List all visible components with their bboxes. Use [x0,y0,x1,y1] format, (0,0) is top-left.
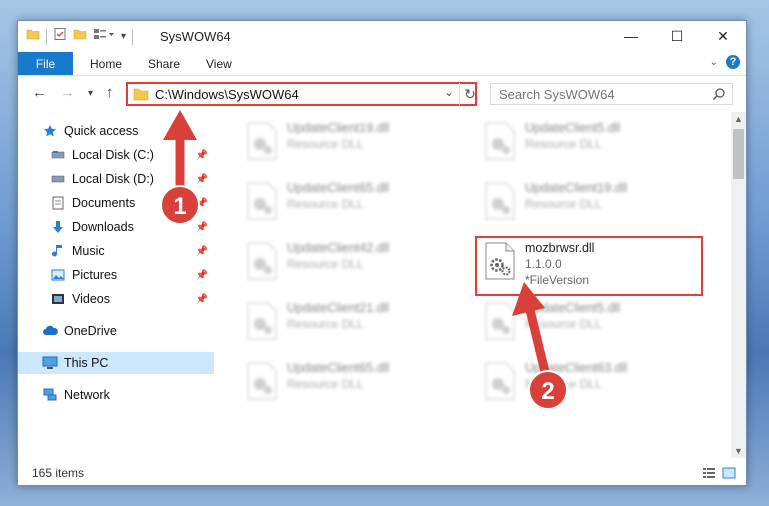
annotation-overlay [163,110,551,378]
callout-2: 2 [528,370,568,410]
callout-1: 1 [160,185,200,225]
arrow-2 [512,282,551,378]
arrow-1 [163,110,197,192]
